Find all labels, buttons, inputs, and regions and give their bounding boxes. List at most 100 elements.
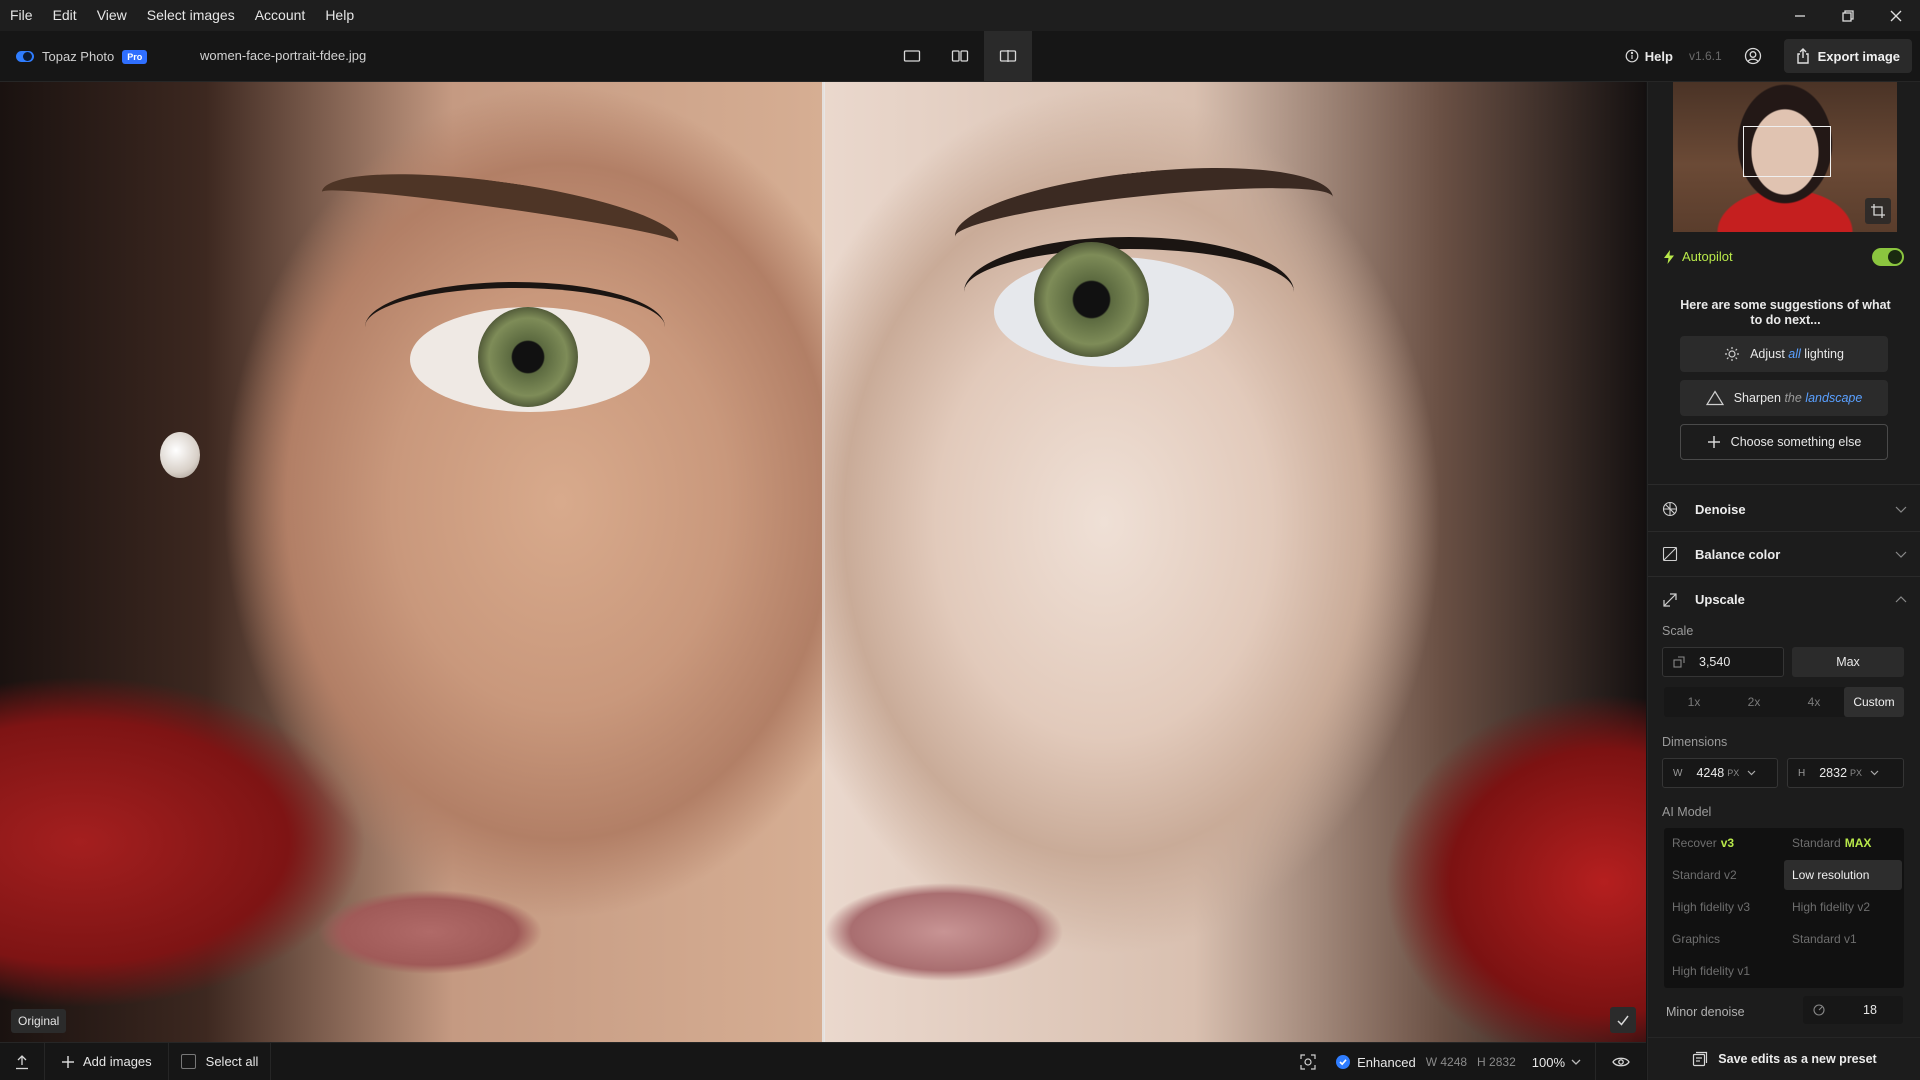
suggestion-2-mid: the bbox=[1784, 391, 1802, 405]
save-preset-button[interactable]: Save edits as a new preset bbox=[1648, 1037, 1920, 1080]
model-high-fidelity-v2[interactable]: High fidelity v2 bbox=[1784, 892, 1904, 922]
pearl-earring bbox=[160, 432, 200, 478]
split-view-button[interactable] bbox=[984, 31, 1032, 81]
resize-icon bbox=[1673, 656, 1685, 668]
preview-toggle-button[interactable] bbox=[1596, 1043, 1646, 1080]
model-standard-v1[interactable]: Standard v1 bbox=[1784, 924, 1904, 954]
minimize-icon bbox=[1795, 14, 1805, 17]
screenshot-compare-icon[interactable] bbox=[1300, 1054, 1316, 1070]
model-tag: MAX bbox=[1844, 836, 1872, 850]
window-controls bbox=[1776, 0, 1920, 31]
suggestion-1-pre: Adjust bbox=[1750, 347, 1785, 361]
output-width: W 4248 bbox=[1425, 1055, 1468, 1069]
bottom-bar-right: Enhanced W 4248 H 2832 100% bbox=[1300, 1043, 1646, 1080]
close-button[interactable] bbox=[1872, 0, 1920, 31]
denoise-title: Denoise bbox=[1695, 501, 1746, 517]
side-by-side-button[interactable] bbox=[936, 31, 984, 81]
select-all-checkbox[interactable]: Select all bbox=[169, 1042, 272, 1080]
menu-file[interactable]: File bbox=[0, 0, 43, 31]
suggestion-choose-else[interactable]: Choose something else bbox=[1680, 424, 1888, 460]
suggestion-1-post: lighting bbox=[1804, 347, 1844, 361]
comparison-split-handle[interactable] bbox=[822, 82, 825, 1042]
select-all-label: Select all bbox=[205, 1054, 259, 1069]
scale-4x[interactable]: 4x bbox=[1784, 687, 1844, 717]
add-images-button[interactable]: Add images bbox=[45, 1042, 169, 1080]
model-standard-v2[interactable]: Standard v2 bbox=[1664, 860, 1784, 890]
preset-icon bbox=[1693, 1051, 1708, 1067]
save-preset-label: Save edits as a new preset bbox=[1718, 1052, 1877, 1066]
single-view-button[interactable] bbox=[888, 31, 936, 81]
left-iris bbox=[478, 307, 578, 407]
width-field[interactable]: W 4248 PX bbox=[1662, 758, 1778, 788]
autopilot-toggle[interactable] bbox=[1872, 248, 1904, 266]
dimensions-label: Dimensions bbox=[1662, 735, 1728, 749]
menu-select-images[interactable]: Select images bbox=[137, 0, 245, 31]
height-field[interactable]: H 2832 PX bbox=[1787, 758, 1904, 788]
lightning-icon bbox=[1664, 249, 1674, 264]
pro-badge: Pro bbox=[122, 49, 148, 64]
suggestion-sharpen-landscape[interactable]: Sharpen the landscape bbox=[1680, 380, 1888, 416]
menu-bar: File Edit View Select images Account Hel… bbox=[0, 0, 1920, 31]
section-upscale[interactable]: Upscale bbox=[1648, 577, 1920, 622]
suggestion-2-pre: Sharpen bbox=[1733, 391, 1781, 405]
suggestion-adjust-lighting[interactable]: Adjust all lighting bbox=[1680, 336, 1888, 372]
zoom-select[interactable]: 100% bbox=[1532, 1043, 1596, 1080]
model-graphics[interactable]: Graphics bbox=[1664, 924, 1784, 954]
original-label: Original bbox=[11, 1009, 67, 1033]
minor-denoise-input[interactable]: 18 bbox=[1803, 996, 1903, 1024]
navigator-thumbnail[interactable] bbox=[1673, 82, 1897, 232]
crop-button[interactable] bbox=[1865, 198, 1891, 224]
zoom-value: 100% bbox=[1531, 1054, 1565, 1070]
checkmark-icon bbox=[1617, 1015, 1629, 1026]
minimize-button[interactable] bbox=[1776, 0, 1824, 31]
navigator-viewport-box[interactable] bbox=[1743, 126, 1831, 177]
confirm-button[interactable] bbox=[1610, 1007, 1636, 1033]
export-image-button[interactable]: Export image bbox=[1783, 39, 1912, 73]
right-iris bbox=[1034, 242, 1149, 357]
menu-help[interactable]: Help bbox=[315, 0, 364, 31]
model-standard-max[interactable]: Standard MAX bbox=[1784, 828, 1904, 858]
side-by-side-icon bbox=[951, 50, 969, 62]
crop-icon bbox=[1871, 204, 1885, 218]
help-link[interactable]: Help bbox=[1625, 49, 1673, 64]
menu-view[interactable]: View bbox=[87, 0, 137, 31]
section-denoise[interactable]: Denoise bbox=[1648, 487, 1920, 532]
restore-button[interactable] bbox=[1824, 0, 1872, 31]
scale-1x[interactable]: 1x bbox=[1664, 687, 1724, 717]
account-icon[interactable] bbox=[1744, 47, 1762, 65]
autopilot-prompt: Here are some suggestions of what to do … bbox=[1680, 298, 1891, 327]
split-view-icon bbox=[999, 50, 1017, 62]
output-height: H 2832 bbox=[1477, 1055, 1516, 1069]
model-tag: v3 bbox=[1720, 836, 1735, 850]
top-toolbar: Topaz Photo Pro women-face-portrait-fdee… bbox=[0, 31, 1920, 82]
model-high-fidelity-v3[interactable]: High fidelity v3 bbox=[1664, 892, 1784, 922]
scale-custom[interactable]: Custom bbox=[1844, 687, 1904, 717]
help-label: Help bbox=[1644, 48, 1673, 64]
width-value: 4248 bbox=[1696, 766, 1725, 780]
menu-account[interactable]: Account bbox=[245, 0, 316, 31]
max-button[interactable]: Max bbox=[1792, 647, 1904, 677]
enhanced-image bbox=[824, 82, 1646, 1042]
add-images-label: Add images bbox=[83, 1054, 152, 1069]
brand: Topaz Photo Pro bbox=[16, 49, 148, 64]
model-name: Recover bbox=[1672, 836, 1717, 850]
topaz-logo-icon bbox=[16, 51, 34, 62]
width-unit: PX bbox=[1727, 768, 1740, 778]
scale-input[interactable]: 3,540 bbox=[1662, 647, 1784, 677]
plus-icon bbox=[62, 1055, 74, 1068]
checkbox-box bbox=[180, 1054, 196, 1069]
suggestion-2-em: landscape bbox=[1805, 391, 1863, 405]
ai-model-grid: Recover v3 Standard MAX Standard v2 Low re… bbox=[1664, 828, 1904, 988]
scale-2x[interactable]: 2x bbox=[1724, 687, 1784, 717]
model-high-fidelity-v1[interactable]: High fidelity v1 bbox=[1664, 956, 1784, 986]
model-recover-v3[interactable]: Recover v3 bbox=[1664, 828, 1784, 858]
denoise-icon bbox=[1662, 501, 1678, 517]
section-balance-color[interactable]: Balance color bbox=[1648, 532, 1920, 577]
menu-edit[interactable]: Edit bbox=[43, 0, 87, 31]
upscale-title: Upscale bbox=[1695, 592, 1745, 607]
upload-button[interactable] bbox=[0, 1042, 45, 1080]
balance-color-icon bbox=[1662, 546, 1678, 562]
image-canvas[interactable]: Original bbox=[0, 82, 1646, 1042]
model-low-resolution[interactable]: Low resolution bbox=[1784, 860, 1902, 890]
ai-model-label: AI Model bbox=[1662, 805, 1712, 819]
